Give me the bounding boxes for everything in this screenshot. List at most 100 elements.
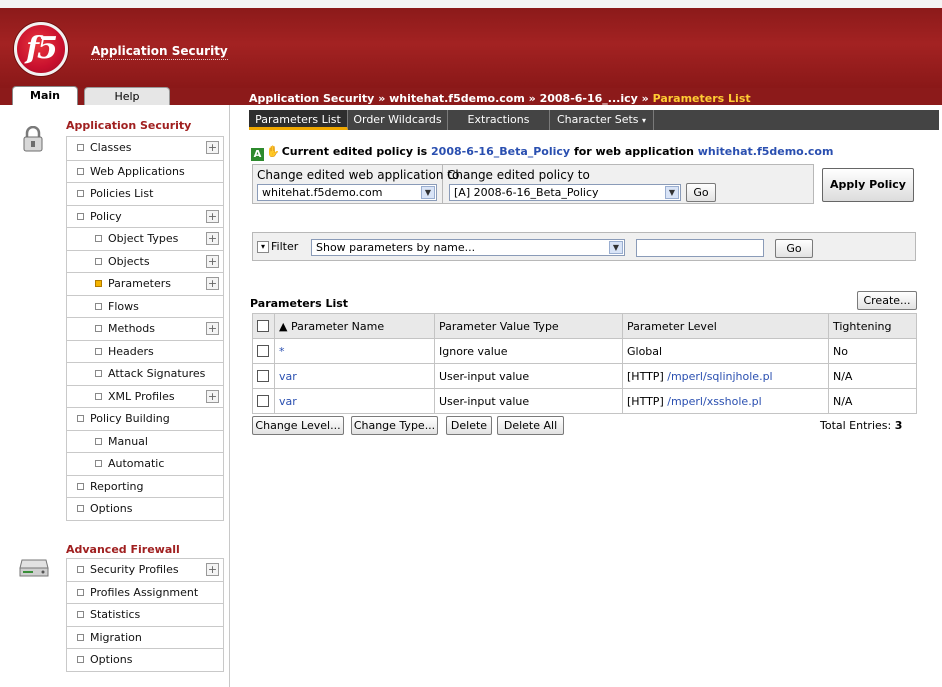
parameter-level-cell: Global bbox=[622, 338, 829, 364]
policy-text-mid: for web application bbox=[570, 145, 698, 158]
change-webapp-section: Change edited web application to whiteha… bbox=[253, 165, 459, 203]
policy-name-link[interactable]: 2008-6-16_Beta_Policy bbox=[431, 145, 570, 158]
table-row[interactable]: var User-input value [HTTP] /mperl/sqlinjh… bbox=[252, 363, 917, 389]
row-checkbox[interactable] bbox=[257, 344, 269, 357]
app-title[interactable]: Application Security bbox=[91, 44, 228, 60]
column-header-value-type[interactable]: Parameter Value Type bbox=[434, 313, 623, 339]
subtab-parameters-list[interactable]: Parameters List bbox=[249, 110, 348, 130]
sidebar-item-policy[interactable]: Policy + bbox=[67, 204, 223, 227]
table-row[interactable]: * Ignore value Global No bbox=[252, 338, 917, 364]
parameter-name-link[interactable]: var bbox=[279, 395, 297, 408]
sidebar-item-label: Options bbox=[90, 502, 133, 515]
row-select-cell bbox=[252, 388, 275, 414]
subtab-character-sets-label: Character Sets bbox=[556, 113, 639, 126]
sidebar-item-security-profiles[interactable]: Security Profiles + bbox=[67, 558, 223, 581]
expand-plus-icon[interactable]: + bbox=[206, 563, 219, 576]
sidebar-item-migration[interactable]: Migration bbox=[67, 625, 223, 648]
sidebar-item-manual[interactable]: Manual bbox=[67, 429, 223, 452]
total-entries: Total Entries: 3 bbox=[820, 419, 902, 432]
sidebar-item-parameters[interactable]: Parameters + bbox=[67, 272, 223, 295]
breadcrumb-web-app[interactable]: whitehat.f5demo.com bbox=[389, 92, 525, 105]
level-prefix: [HTTP] bbox=[627, 369, 668, 383]
expand-plus-icon[interactable]: + bbox=[206, 209, 219, 223]
row-checkbox[interactable] bbox=[257, 369, 269, 382]
filter-go-button[interactable]: Go bbox=[775, 239, 813, 258]
expand-plus-icon[interactable]: + bbox=[206, 322, 219, 335]
change-policy-go-button[interactable]: Go bbox=[686, 183, 716, 202]
sidebar-item-classes[interactable]: Classes + bbox=[67, 137, 223, 160]
tab-main[interactable]: Main bbox=[12, 86, 78, 105]
sidebar-item-xml-profiles[interactable]: XML Profiles + bbox=[67, 384, 223, 407]
filter-select[interactable]: Show parameters by name... ▼ bbox=[311, 239, 625, 256]
app-header: f5 Application Security bbox=[0, 8, 942, 88]
expand-plus-icon[interactable]: + bbox=[206, 389, 219, 403]
bullet-icon bbox=[77, 482, 84, 490]
sidebar-item-objects[interactable]: Objects + bbox=[67, 249, 223, 272]
apply-policy-button[interactable]: Apply Policy bbox=[822, 168, 914, 202]
level-url-link[interactable]: /mperl/xsshole.pl bbox=[667, 395, 762, 408]
parameters-table-body: * Ignore value Global No var User-input value… bbox=[252, 338, 917, 414]
select-all-checkbox[interactable] bbox=[257, 319, 269, 332]
bullet-icon bbox=[77, 212, 84, 220]
sidebar-item-methods[interactable]: Methods + bbox=[67, 317, 223, 340]
webapp-select[interactable]: whitehat.f5demo.com ▼ bbox=[257, 184, 437, 201]
sidebar-item-label: Statistics bbox=[90, 608, 141, 621]
sidebar-item-options[interactable]: Options bbox=[67, 497, 223, 520]
filter-toggle-icon[interactable]: ▾ bbox=[257, 241, 269, 253]
expand-plus-icon[interactable]: + bbox=[206, 277, 219, 290]
sidebar-item-policies-list[interactable]: Policies List bbox=[67, 182, 223, 205]
tab-help[interactable]: Help bbox=[84, 87, 170, 105]
parameter-name-link[interactable]: var bbox=[279, 370, 297, 383]
breadcrumb-app-security[interactable]: Application Security bbox=[249, 92, 374, 105]
subtab-extractions[interactable]: Extractions bbox=[448, 110, 550, 130]
section-title-advanced-firewall: Advanced Firewall bbox=[66, 543, 180, 556]
sidebar-item-options[interactable]: Options bbox=[67, 648, 223, 671]
sidebar-item-web-applications[interactable]: Web Applications bbox=[67, 159, 223, 182]
expand-plus-icon[interactable]: + bbox=[206, 254, 219, 268]
policy-select[interactable]: [A] 2008-6-16_Beta_Policy ▼ bbox=[449, 184, 681, 201]
firewall-server-icon bbox=[19, 559, 49, 577]
expand-plus-icon[interactable]: + bbox=[206, 232, 219, 245]
delete-all-button[interactable]: Delete All bbox=[497, 416, 564, 435]
table-row[interactable]: var User-input value [HTTP] /mperl/xsshole… bbox=[252, 388, 917, 414]
sidebar-item-automatic[interactable]: Automatic bbox=[67, 452, 223, 475]
subtab-character-sets[interactable]: Character Sets ▾ bbox=[550, 110, 654, 130]
level-url-link[interactable]: /mperl/sqlinjhole.pl bbox=[667, 370, 772, 383]
sidebar-item-reporting[interactable]: Reporting bbox=[67, 474, 223, 497]
delete-button[interactable]: Delete bbox=[446, 416, 492, 435]
sidebar-item-label: Manual bbox=[108, 434, 148, 448]
column-header-parameter-level[interactable]: Parameter Level bbox=[622, 313, 829, 339]
sidebar-item-policy-building[interactable]: Policy Building bbox=[67, 407, 223, 430]
change-level-button[interactable]: Change Level... bbox=[252, 416, 344, 435]
sidebar-item-statistics[interactable]: Statistics bbox=[67, 603, 223, 626]
column-header-parameter-name[interactable]: ▲ Parameter Name bbox=[274, 313, 435, 339]
subtab-order-wildcards[interactable]: Order Wildcards bbox=[348, 110, 448, 130]
change-policy-label: Change edited policy to bbox=[447, 168, 590, 182]
sidebar-item-object-types[interactable]: Object Types + bbox=[67, 227, 223, 250]
expand-plus-icon[interactable]: + bbox=[206, 141, 219, 154]
bullet-icon bbox=[95, 325, 102, 332]
change-webapp-label: Change edited web application to bbox=[257, 168, 460, 182]
sidebar-item-attack-signatures[interactable]: Attack Signatures bbox=[67, 362, 223, 385]
bullet-icon bbox=[95, 235, 102, 242]
bullet-icon bbox=[95, 347, 102, 355]
sidebar-item-headers[interactable]: Headers bbox=[67, 339, 223, 362]
breadcrumb-sep: » bbox=[524, 92, 540, 105]
sidebar-item-label: Options bbox=[90, 653, 133, 666]
active-badge-icon: A bbox=[251, 148, 264, 161]
sidebar-item-flows[interactable]: Flows bbox=[67, 294, 223, 317]
filter-text-input[interactable] bbox=[636, 239, 764, 257]
table-header-row: ▲ Parameter Name Parameter Value Type Pa… bbox=[252, 313, 917, 339]
create-button[interactable]: Create... bbox=[857, 291, 917, 310]
web-app-link[interactable]: whitehat.f5demo.com bbox=[698, 145, 834, 158]
filter-select-value: Show parameters by name... bbox=[316, 241, 476, 254]
change-type-button[interactable]: Change Type... bbox=[351, 416, 438, 435]
chevron-down-icon: ▼ bbox=[665, 186, 679, 199]
column-header-tightening[interactable]: Tightening bbox=[828, 313, 917, 339]
breadcrumb-policy[interactable]: 2008-6-16_...icy bbox=[540, 92, 638, 105]
parameter-name-link[interactable]: * bbox=[279, 345, 285, 358]
sidebar-item-label: Profiles Assignment bbox=[90, 585, 199, 599]
sidebar-item-label: Flows bbox=[108, 299, 139, 313]
row-checkbox[interactable] bbox=[257, 394, 269, 407]
sidebar-item-profiles-assignment[interactable]: Profiles Assignment bbox=[67, 580, 223, 603]
